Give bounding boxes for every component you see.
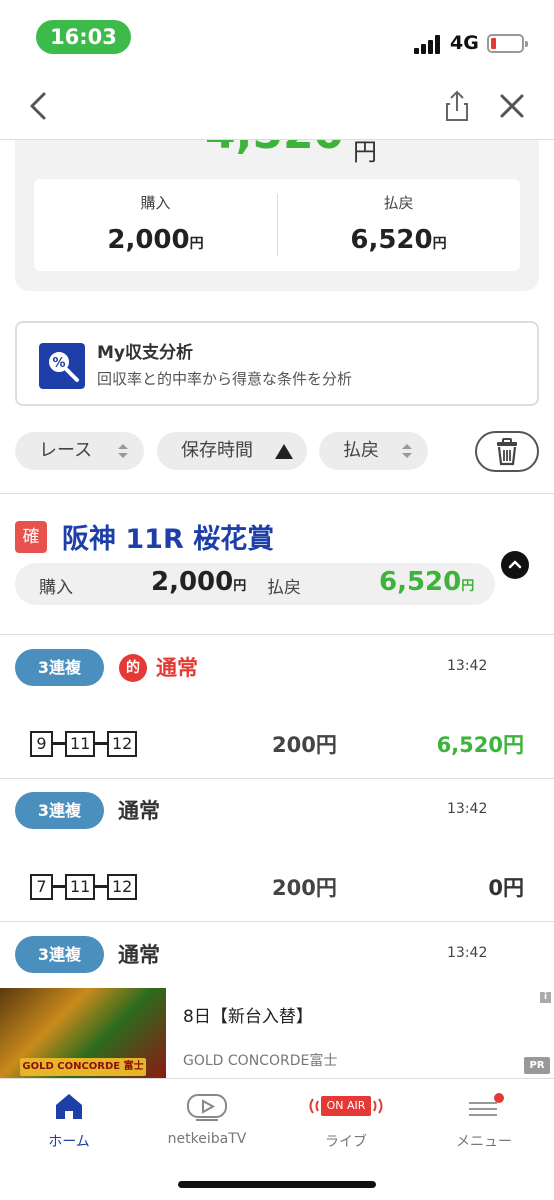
hit-badge: 的 xyxy=(119,654,147,682)
bet-payout: 6,520円 xyxy=(436,733,524,757)
summary-purchase-label: 購入 xyxy=(140,194,171,212)
bet-time: 13:42 xyxy=(447,945,488,961)
divider xyxy=(0,634,554,635)
bet-row: 9 11 12 200円 6,520円 xyxy=(0,713,554,773)
ad-source: GOLD CONCORDE富士 xyxy=(183,1053,338,1069)
bet-amount: 200円 xyxy=(272,733,337,757)
back-button[interactable] xyxy=(16,84,60,128)
summary-purchase-value: 2,000円 xyxy=(107,225,204,255)
divider xyxy=(0,778,554,779)
confirmed-badge: 確 xyxy=(15,521,47,553)
bet-row: 7 11 12 200円 0円 xyxy=(0,856,554,916)
close-button[interactable] xyxy=(490,84,534,128)
bet-time: 13:42 xyxy=(447,658,488,674)
race-purchase-label: 購入 xyxy=(39,578,73,598)
bet-method: 通常 xyxy=(118,799,160,823)
status-time: 16:03 xyxy=(36,20,131,54)
chevron-left-icon xyxy=(30,92,46,120)
on-air-label: ON AIR xyxy=(321,1096,371,1116)
ad-info-icon[interactable]: i xyxy=(540,992,551,1003)
summary-total-yen: 円 xyxy=(353,138,377,166)
horse-number: 11 xyxy=(65,874,95,900)
ad-image-caption: GOLD CONCORDE 富士 xyxy=(20,1058,146,1076)
on-air-icon: ON AIR xyxy=(305,1091,387,1121)
delete-button[interactable] xyxy=(475,431,539,472)
home-icon xyxy=(56,1094,82,1119)
ad-title[interactable]: 8日【新台入替】 xyxy=(183,1002,313,1027)
bet-type-pill: 3連複 xyxy=(15,792,104,829)
bet-header: 3連複 通常 13:42 xyxy=(0,924,554,984)
analysis-title: My収支分析 xyxy=(97,343,193,363)
tab-label: ライブ xyxy=(325,1134,367,1150)
bet-payout: 0円 xyxy=(488,876,524,900)
race-sort-button[interactable]: レース xyxy=(15,432,144,470)
collapse-button[interactable] xyxy=(501,551,529,579)
menu-icon xyxy=(469,1093,504,1116)
tab-live[interactable]: ON AIR ライブ xyxy=(277,1079,415,1159)
sort-arrows-icon xyxy=(402,444,413,458)
bet-header: 3連複 的 通常 13:42 xyxy=(0,637,554,697)
summary-payout-label: 払戻 xyxy=(383,194,414,212)
share-button[interactable] xyxy=(434,84,478,128)
sort-arrows-icon xyxy=(118,444,129,458)
ad-pr-badge: PR xyxy=(524,1057,550,1074)
bet-method: 通常 xyxy=(118,943,160,967)
bet-header: 3連複 通常 13:42 xyxy=(0,780,554,840)
home-indicator xyxy=(178,1181,376,1188)
ad-image[interactable]: GOLD CONCORDE 富士 xyxy=(0,988,166,1078)
chevron-up-icon xyxy=(508,560,522,569)
bet-type-pill: 3連複 xyxy=(15,936,104,973)
payout-sort-button[interactable]: 払戻 xyxy=(319,432,428,470)
bet-type-pill: 3連複 xyxy=(15,649,104,686)
divider xyxy=(0,493,554,494)
summary-purchase: 購入 2,000円 xyxy=(34,179,277,271)
summary-total-partial: 4,520 xyxy=(205,138,344,159)
horse-number: 7 xyxy=(30,874,53,900)
horse-number: 12 xyxy=(107,874,137,900)
payout-sort-label: 払戻 xyxy=(343,440,379,461)
bet-time: 13:42 xyxy=(447,801,488,817)
horse-number: 12 xyxy=(107,731,137,757)
tv-play-icon xyxy=(187,1094,227,1121)
race-totals: 購入 2,000円 払戻 6,520円 xyxy=(15,563,495,605)
analysis-magnifier-icon: % xyxy=(39,343,85,389)
tab-menu[interactable]: メニュー xyxy=(415,1079,553,1159)
saved-time-sort-button[interactable]: 保存時間 xyxy=(157,432,307,470)
race-payout-value: 6,520円 xyxy=(379,567,475,597)
race-sort-label: レース xyxy=(39,440,93,461)
sort-ascending-icon xyxy=(275,444,293,459)
saved-time-sort-label: 保存時間 xyxy=(181,440,253,461)
nav-header xyxy=(0,72,554,140)
horse-combination: 9 11 12 xyxy=(30,731,137,757)
race-purchase-value: 2,000円 xyxy=(151,567,247,597)
summary-payout-value: 6,520円 xyxy=(350,225,447,255)
ad-banner[interactable]: GOLD CONCORDE 富士 8日【新台入替】 GOLD CONCORDE富… xyxy=(0,988,554,1078)
signal-icon xyxy=(414,34,444,54)
tab-home[interactable]: ホーム xyxy=(0,1079,138,1159)
my-analysis-banner[interactable]: % My収支分析 回収率と的中率から得意な条件を分析 xyxy=(15,321,539,406)
bet-amount: 200円 xyxy=(272,876,337,900)
summary-payout: 払戻 6,520円 xyxy=(277,179,520,271)
race-payout-label: 払戻 xyxy=(267,578,301,598)
share-icon xyxy=(446,90,468,121)
network-label: 4G xyxy=(450,32,479,54)
horse-combination: 7 11 12 xyxy=(30,874,137,900)
tab-label: ホーム xyxy=(48,1134,90,1150)
svg-text:%: % xyxy=(52,356,65,371)
divider xyxy=(0,921,554,922)
close-icon xyxy=(500,94,524,118)
horse-number: 11 xyxy=(65,731,95,757)
battery-icon xyxy=(487,34,528,53)
status-bar: 16:03 4G xyxy=(0,0,554,72)
bet-method: 通常 xyxy=(156,656,198,680)
tab-label: netkeibaTV xyxy=(167,1131,247,1147)
tab-netkeiba-tv[interactable]: netkeibaTV xyxy=(138,1079,276,1159)
horse-number: 9 xyxy=(30,731,53,757)
summary-breakdown: 購入 2,000円 払戻 6,520円 xyxy=(34,179,520,271)
race-title[interactable]: 阪神 11R 桜花賞 xyxy=(62,517,274,556)
trash-icon xyxy=(497,438,517,466)
tab-label: メニュー xyxy=(456,1134,512,1150)
analysis-subtitle: 回収率と的中率から得意な条件を分析 xyxy=(97,370,353,388)
summary-card: 4,520 円 購入 2,000円 払戻 6,520円 xyxy=(15,138,539,291)
